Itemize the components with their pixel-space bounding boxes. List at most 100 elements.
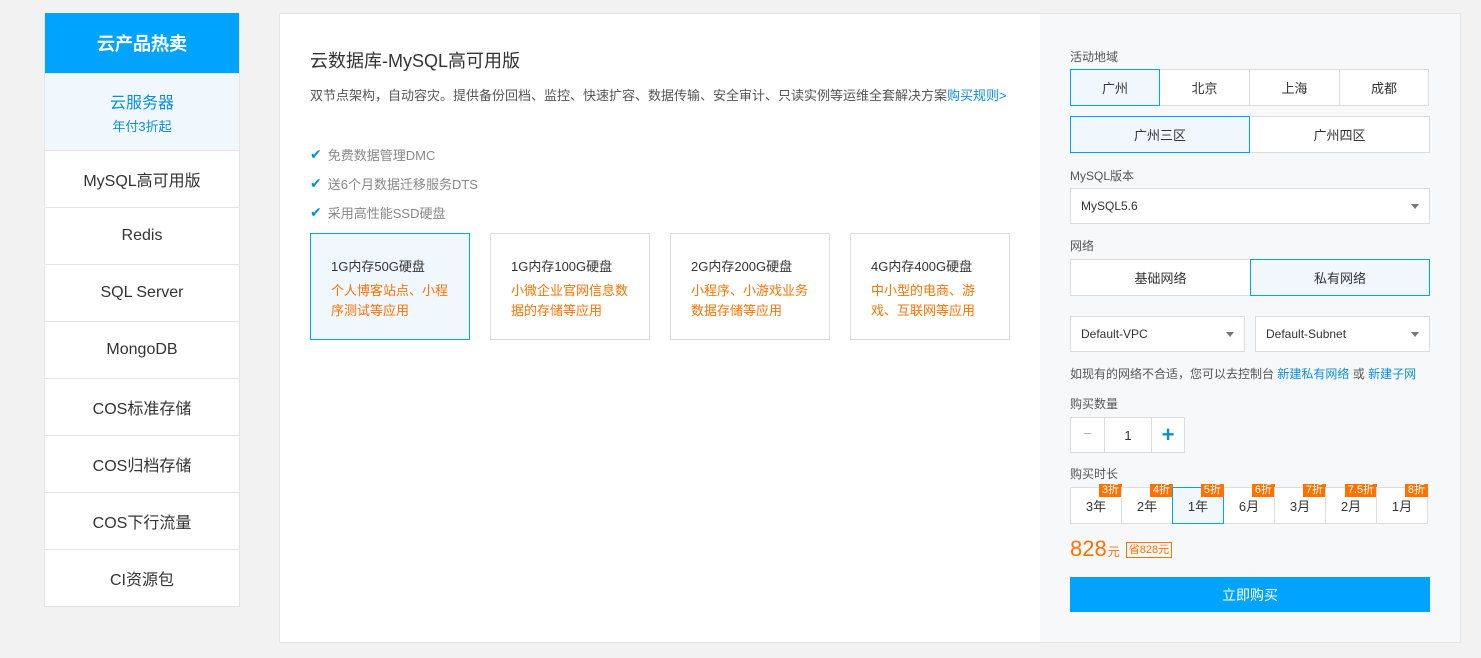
sidebar-item-cos-traffic[interactable]: COS下行流量: [45, 492, 239, 549]
description-text: 双节点架构，自动容灾。提供备份回档、监控、快速扩容、数据传输、安全审计、只读实例…: [310, 88, 948, 103]
duration-text: 1月: [1391, 499, 1413, 514]
decrement-button[interactable]: −: [1070, 417, 1105, 453]
feature-item: ✔ 采用高性能SSD硬盘: [310, 203, 445, 222]
sidebar-item-mongodb[interactable]: MongoDB: [45, 321, 239, 378]
subnet-select[interactable]: Default-Subnet: [1255, 316, 1430, 352]
region-beijing[interactable]: 北京: [1159, 69, 1250, 106]
spec-title: 1G内存50G硬盘: [331, 259, 425, 274]
duration-1m[interactable]: 1月 8折: [1376, 484, 1428, 524]
subnet-value: Default-Subnet: [1266, 327, 1347, 341]
region-label: 活动地域: [1070, 50, 1119, 64]
spec-desc: 中小型的电商、游戏、互联网等应用: [871, 283, 976, 318]
price-display: 828 元 省828元: [1070, 536, 1173, 562]
network-basic[interactable]: 基础网络: [1070, 259, 1251, 296]
sidebar-item-mysql[interactable]: MySQL高可用版: [45, 150, 239, 207]
discount-badge: 4折: [1149, 484, 1173, 497]
region-shanghai[interactable]: 上海: [1249, 69, 1340, 106]
discount-badge: 3折: [1098, 484, 1122, 497]
quantity-label: 购买数量: [1070, 397, 1119, 411]
duration-2y[interactable]: 2年 4折: [1121, 484, 1173, 524]
product-info: 云数据库-MySQL高可用版 双节点架构，自动容灾。提供备份回档、监控、快速扩容…: [280, 14, 1040, 642]
buy-now-button[interactable]: 立即购买: [1070, 577, 1430, 612]
spec-title: 1G内存100G硬盘: [511, 259, 613, 274]
network-hint: 如现有的网络不合适，您可以去控制台 新建私有网络 或 新建子网: [1070, 365, 1416, 382]
feature-text: 免费数据管理DMC: [327, 148, 436, 163]
vpc-select[interactable]: Default-VPC: [1070, 316, 1245, 352]
spec-desc: 小程序、小游戏业务数据存储等应用: [691, 283, 809, 318]
region-guangzhou[interactable]: 广州: [1070, 69, 1160, 106]
price-unit: 元: [1107, 545, 1120, 559]
hint-or: 或: [1352, 367, 1365, 381]
sidebar-header: 云产品热卖: [45, 13, 239, 73]
discount-badge: 8折: [1404, 484, 1428, 497]
spec-desc: 小微企业官网信息数据的存储等应用: [511, 283, 629, 318]
sidebar-item-cos-standard[interactable]: COS标准存储: [45, 378, 239, 435]
quantity-stepper: − 1 +: [1070, 417, 1185, 453]
zone-selector: 广州三区 广州四区: [1070, 116, 1430, 153]
mysql-version-select[interactable]: MySQL5.6: [1070, 188, 1430, 224]
duration-3y[interactable]: 3年 3折: [1070, 484, 1122, 524]
duration-1y[interactable]: 1年 5折: [1172, 484, 1224, 524]
check-icon: ✔: [310, 175, 322, 191]
product-title: 云数据库-MySQL高可用版: [310, 51, 521, 71]
network-private[interactable]: 私有网络: [1250, 259, 1430, 296]
spec-card-1g-50g[interactable]: 1G内存50G硬盘 个人博客站点、小程序测试等应用: [310, 233, 470, 340]
duration-3m[interactable]: 3月 7折: [1274, 484, 1326, 524]
duration-text: 2年: [1136, 499, 1158, 514]
quantity-input[interactable]: 1: [1104, 417, 1152, 453]
caret-down-icon: [1411, 332, 1419, 337]
caret-down-icon: [1411, 204, 1419, 209]
duration-text: 6月: [1238, 499, 1260, 514]
feature-text: 送6个月数据迁移服务DTS: [327, 177, 478, 192]
duration-text: 3年: [1085, 499, 1107, 514]
sidebar-item-sublabel: 年付3折起: [112, 119, 172, 134]
duration-2m[interactable]: 2月 7.5折: [1325, 484, 1377, 524]
savings-badge: 省828元: [1125, 542, 1173, 558]
spec-desc: 个人博客站点、小程序测试等应用: [331, 283, 449, 318]
version-value: MySQL5.6: [1081, 199, 1138, 213]
vpc-value: Default-VPC: [1081, 327, 1148, 341]
new-vpc-link[interactable]: 新建私有网络: [1277, 367, 1349, 381]
duration-text: 2月: [1340, 499, 1362, 514]
sidebar-item-label: 云服务器: [109, 95, 174, 112]
check-icon: ✔: [310, 146, 322, 162]
hint-text: 如现有的网络不合适，您可以去控制台: [1070, 367, 1275, 381]
discount-badge: 5折: [1200, 484, 1224, 497]
sidebar-item-ci-package[interactable]: CI资源包: [45, 549, 239, 606]
duration-label: 购买时长: [1070, 467, 1119, 481]
network-selector: 基础网络 私有网络: [1070, 259, 1430, 296]
feature-item: ✔ 送6个月数据迁移服务DTS: [310, 174, 478, 193]
product-sidebar: 云产品热卖 云服务器 年付3折起 MySQL高可用版 Redis SQL Ser…: [44, 13, 240, 607]
sidebar-item-cvm[interactable]: 云服务器 年付3折起: [45, 73, 239, 150]
purchase-rules-link[interactable]: 购买规则>: [947, 88, 1007, 103]
feature-item: ✔ 免费数据管理DMC: [310, 145, 435, 164]
duration-selector: 3年 3折 2年 4折 1年 5折 6月 6折 3月 7折 2月 7.5折 1月 8折: [1070, 484, 1428, 524]
zone-guangzhou-3[interactable]: 广州三区: [1070, 116, 1250, 153]
sidebar-item-redis[interactable]: Redis: [45, 207, 239, 264]
spec-title: 2G内存200G硬盘: [691, 259, 793, 274]
duration-text: 3月: [1289, 499, 1311, 514]
sidebar-item-sqlserver[interactable]: SQL Server: [45, 264, 239, 321]
spec-card-1g-100g[interactable]: 1G内存100G硬盘 小微企业官网信息数据的存储等应用: [490, 233, 650, 340]
discount-badge: 7折: [1302, 484, 1326, 497]
duration-6m[interactable]: 6月 6折: [1223, 484, 1275, 524]
product-panel: 云数据库-MySQL高可用版 双节点架构，自动容灾。提供备份回档、监控、快速扩容…: [279, 13, 1461, 643]
sidebar-item-cos-archive[interactable]: COS归档存储: [45, 435, 239, 492]
increment-button[interactable]: +: [1151, 417, 1185, 453]
discount-badge: 6折: [1251, 484, 1275, 497]
purchase-form: 活动地域 广州 北京 上海 成都 广州三区 广州四区 MySQL版本 MySQL…: [1040, 14, 1460, 642]
discount-badge: 7.5折: [1344, 484, 1377, 497]
zone-guangzhou-4[interactable]: 广州四区: [1249, 116, 1430, 153]
feature-text: 采用高性能SSD硬盘: [327, 206, 446, 221]
region-chengdu[interactable]: 成都: [1339, 69, 1429, 106]
new-subnet-link[interactable]: 新建子网: [1368, 367, 1416, 381]
spec-card-4g-400g[interactable]: 4G内存400G硬盘 中小型的电商、游戏、互联网等应用: [850, 233, 1010, 340]
check-icon: ✔: [310, 204, 322, 220]
spec-title: 4G内存400G硬盘: [871, 259, 973, 274]
spec-card-2g-200g[interactable]: 2G内存200G硬盘 小程序、小游戏业务数据存储等应用: [670, 233, 830, 340]
caret-down-icon: [1226, 332, 1234, 337]
price-value: 828: [1070, 536, 1107, 561]
version-label: MySQL版本: [1070, 169, 1135, 183]
product-description: 双节点架构，自动容灾。提供备份回档、监控、快速扩容、数据传输、安全审计、只读实例…: [310, 84, 1020, 107]
duration-text: 1年: [1187, 499, 1209, 514]
